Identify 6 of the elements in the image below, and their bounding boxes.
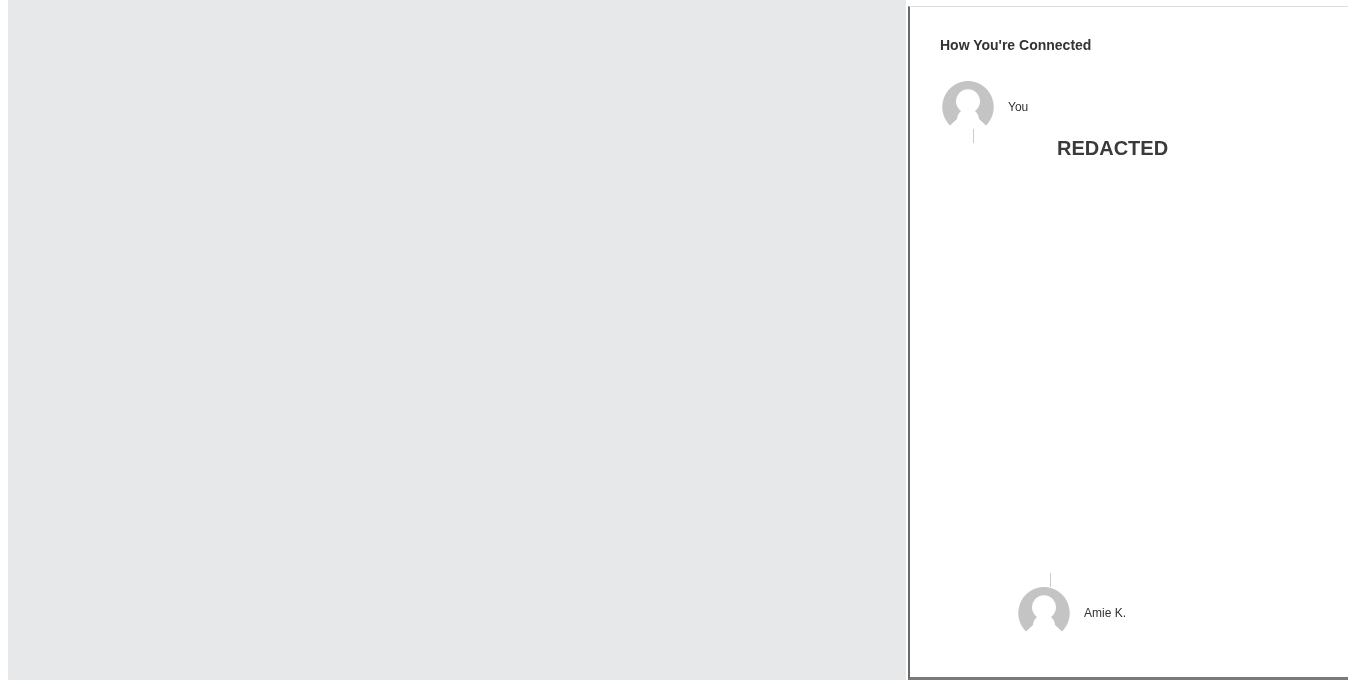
connector-line — [1050, 573, 1051, 587]
redacted-label: REDACTED — [1057, 137, 1170, 160]
connector-line — [973, 129, 974, 143]
person-name: You — [1008, 100, 1029, 114]
person-name: Amie K. — [1084, 606, 1126, 620]
section-title: How You're Connected — [940, 37, 1093, 53]
